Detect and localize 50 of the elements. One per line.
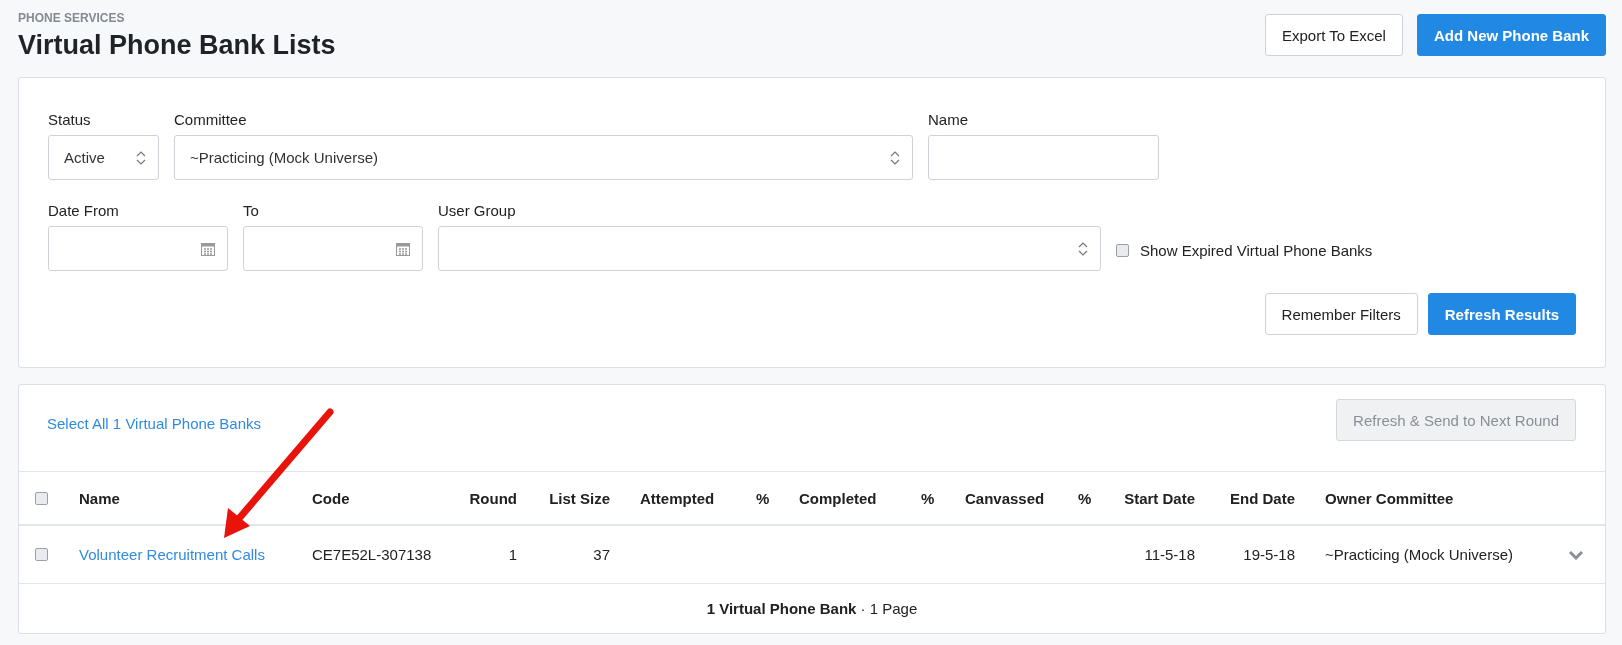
date-field[interactable]: [48, 226, 228, 271]
field-label: User Group: [438, 202, 517, 219]
select-field[interactable]: ~Practicing (Mock Universe): [174, 135, 913, 180]
column-header: %: [756, 489, 771, 507]
column-header: Round: [469, 489, 517, 507]
export-button[interactable]: Export To Excel: [1265, 14, 1403, 56]
page-title: Virtual Phone Bank Lists: [18, 30, 336, 61]
column-header: Canvassed: [965, 489, 1046, 507]
column-header: Code: [312, 489, 351, 507]
sort-arrows-icon: [890, 150, 900, 165]
column-header: List Size: [549, 489, 610, 507]
select-all-checkbox[interactable]: [35, 491, 48, 505]
row-checkbox[interactable]: [35, 548, 48, 561]
table-cell: 11-5-18: [1144, 546, 1195, 563]
field-label: To: [243, 202, 260, 219]
table-cell-text: CE7E52L-307138: [312, 546, 433, 563]
table-cell: 1: [508, 546, 517, 563]
remember-filters-button[interactable]: Remember Filters: [1264, 293, 1418, 335]
refresh-button[interactable]: Refresh Results: [1427, 293, 1576, 335]
column-header: %: [921, 489, 936, 507]
column-header: Name: [79, 489, 121, 507]
column-header: Attempted: [639, 489, 716, 507]
field-label: Status: [48, 111, 92, 128]
section-label: PHONE SERVICES: [18, 11, 126, 25]
select-all-link[interactable]: Select All 1 Virtual Phone Banks: [47, 415, 262, 432]
checkbox-label: Show Expired Virtual Phone Banks: [1140, 242, 1373, 259]
field-label: Date From: [48, 202, 120, 219]
chevron-down-icon[interactable]: [1568, 549, 1583, 560]
table-cell: 37: [593, 546, 610, 563]
column-header: End Date: [1230, 489, 1295, 507]
table-cell-text: ~Practicing (Mock Universe): [1324, 546, 1514, 563]
pagination-summary: 1 Virtual Phone Bank · 1 Page: [706, 600, 918, 617]
phone-bank-link[interactable]: Volunteer Recruitment Calls: [79, 546, 312, 563]
table-cell: 19-5-18: [1243, 546, 1295, 563]
field-label: Name: [928, 111, 969, 128]
checkbox[interactable]: [1116, 244, 1129, 257]
sort-arrows-icon: [1078, 241, 1088, 256]
column-header: %: [1078, 489, 1093, 507]
select-field[interactable]: [438, 226, 1101, 271]
column-header: Owner Committee: [1324, 489, 1455, 507]
select-field[interactable]: Active: [48, 135, 159, 180]
field-label: Committee: [174, 111, 248, 128]
add-button[interactable]: Add New Phone Bank: [1416, 14, 1606, 56]
sort-arrows-icon: [136, 150, 146, 165]
calendar-icon: [201, 241, 215, 256]
input-field[interactable]: [928, 135, 1159, 180]
column-header: Completed: [799, 489, 878, 507]
column-header: Start Date: [1124, 489, 1195, 507]
date-field[interactable]: [243, 226, 423, 271]
calendar-icon: [396, 241, 410, 256]
